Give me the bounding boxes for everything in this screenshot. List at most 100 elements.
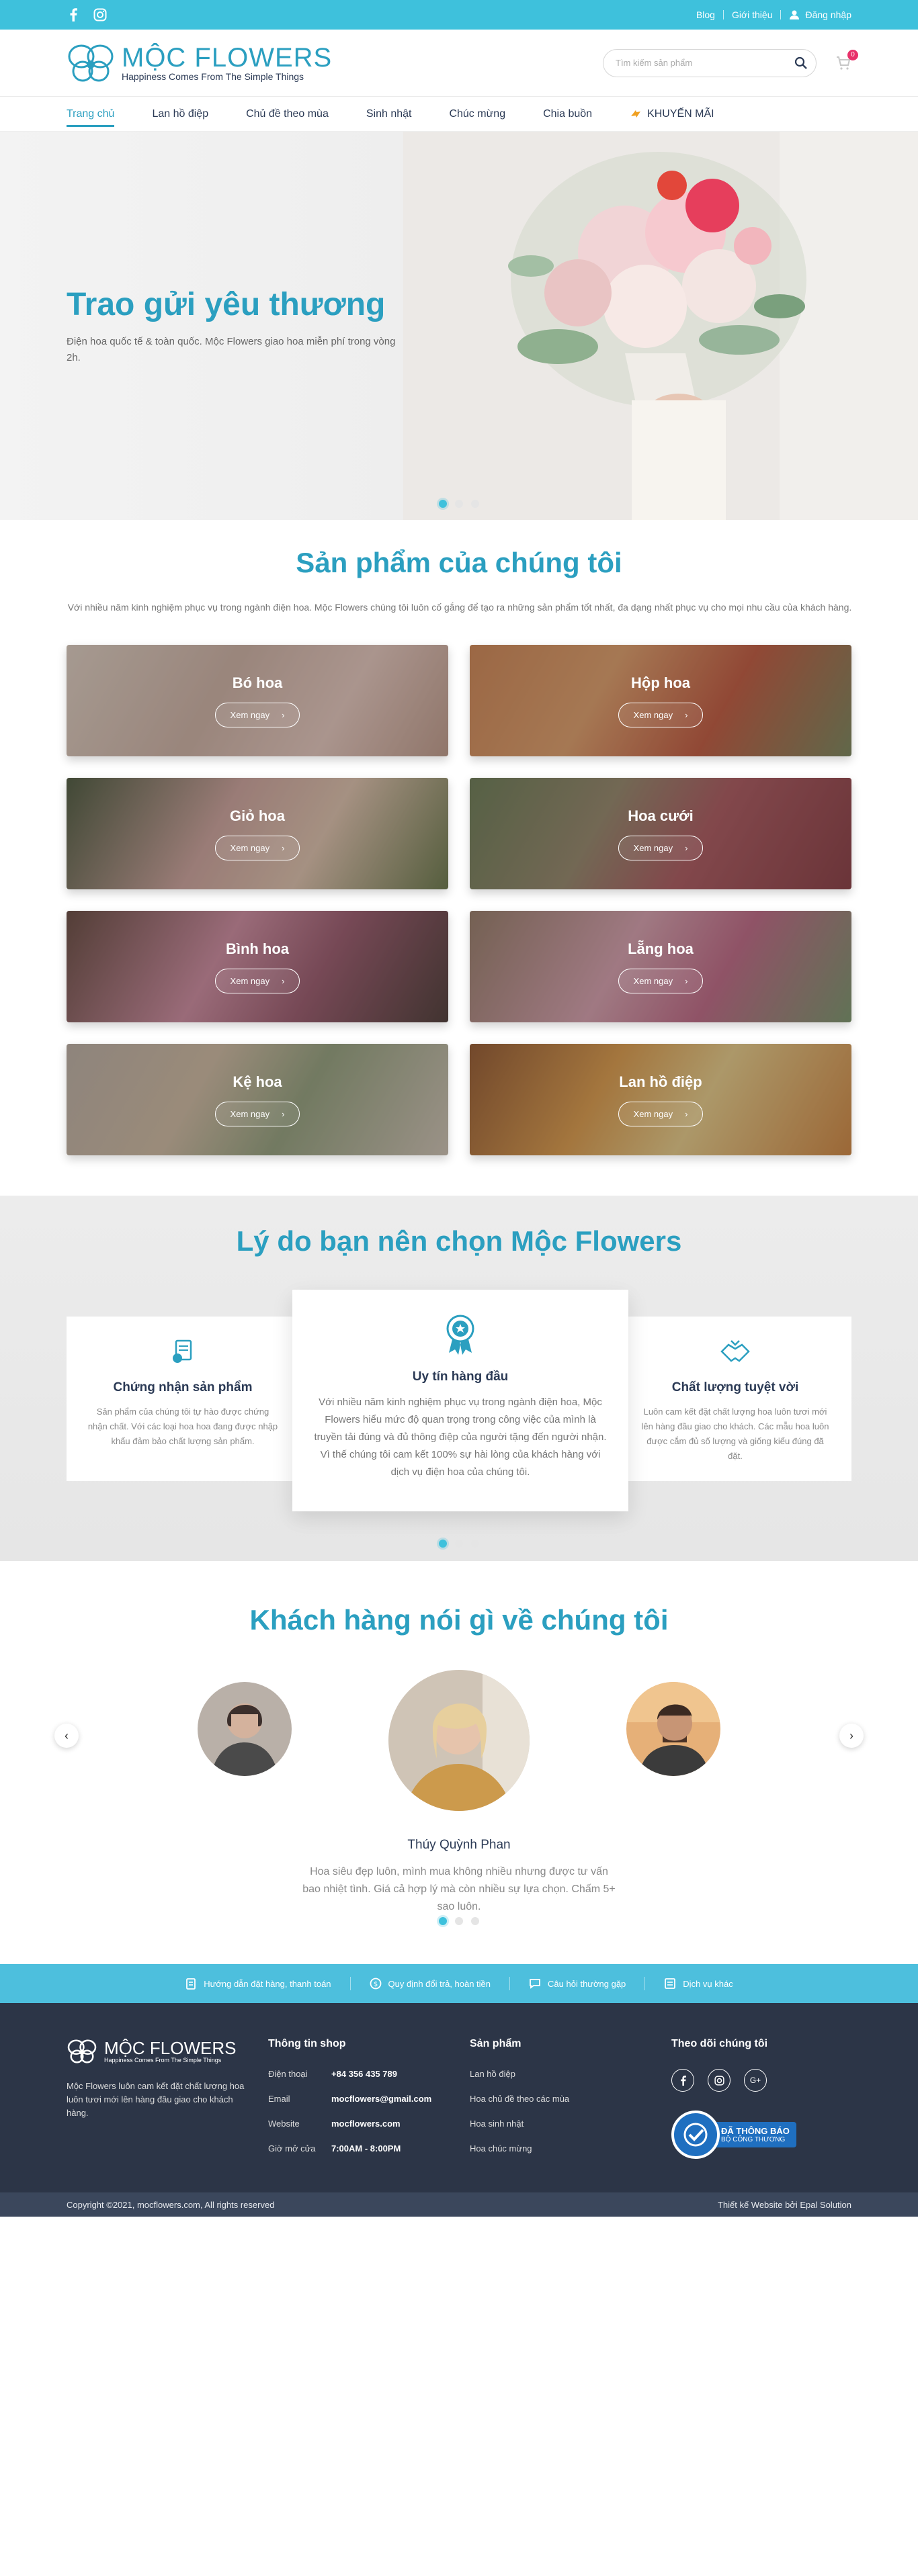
product-card[interactable]: Giỏ hoa Xem ngay ›	[67, 778, 448, 889]
instagram-icon[interactable]	[93, 8, 107, 21]
ministry-registered-badge[interactable]: ĐÃ THÔNG BÁO BỘ CÔNG THƯƠNG	[671, 2111, 796, 2159]
view-now-button[interactable]: Xem ngay ›	[618, 1101, 704, 1126]
footer-logo[interactable]: MỘC FLOWERS Happiness Comes From The Sim…	[67, 2038, 268, 2065]
view-now-label: Xem ngay	[230, 975, 270, 986]
footer-social: G+	[671, 2069, 796, 2092]
why-card-quality: Chất lượng tuyệt vời Luôn cam kết đặt ch…	[619, 1317, 851, 1481]
logo[interactable]: MỘC FLOWERS Happiness Comes From The Sim…	[67, 42, 332, 85]
product-grid: Bó hoa Xem ngay › Hộp hoa Xem ngay › Giỏ h…	[67, 645, 851, 1155]
faq-link[interactable]: Câu hỏi thường gặp	[529, 1978, 626, 1990]
view-now-button[interactable]: Xem ngay ›	[618, 835, 704, 860]
footer-link[interactable]: Hoa sinh nhật	[470, 2119, 671, 2129]
orchid-logo-icon	[67, 2039, 97, 2063]
nav-item-condolence[interactable]: Chia buồn	[543, 99, 592, 130]
view-now-button[interactable]: Xem ngay ›	[214, 1101, 300, 1126]
why-choose-section: Lý do bạn nên chọn Mộc Flowers Chứng nhậ…	[0, 1196, 918, 1561]
carousel-dot[interactable]	[455, 1917, 463, 1925]
product-card-title: Hộp hoa	[631, 674, 690, 691]
products-title: Sản phẩm của chúng tôi	[296, 547, 622, 578]
customer-avatar[interactable]	[388, 1670, 530, 1811]
view-now-button[interactable]: Xem ngay ›	[618, 968, 704, 993]
carousel-dot[interactable]	[439, 1917, 447, 1925]
view-now-label: Xem ngay	[633, 709, 673, 720]
logo-name: MỘC FLOWERS	[122, 42, 333, 73]
product-card[interactable]: Lẵng hoa Xem ngay ›	[470, 911, 851, 1022]
site-footer: MỘC FLOWERS Happiness Comes From The Sim…	[0, 2003, 918, 2192]
carousel-dot[interactable]	[439, 500, 447, 508]
facebook-icon[interactable]	[67, 8, 80, 21]
view-now-button[interactable]: Xem ngay ›	[618, 702, 704, 727]
card-overlay	[470, 778, 851, 889]
nav-item-promotion[interactable]: KHUYẾN MÃI	[630, 99, 714, 130]
order-guide-link[interactable]: Hướng dẫn đặt hàng, thanh toán	[185, 1978, 331, 1990]
product-card[interactable]: Hoa cưới Xem ngay ›	[470, 778, 851, 889]
instagram-icon[interactable]	[708, 2069, 731, 2092]
blog-link[interactable]: Blog	[696, 9, 715, 20]
search-icon[interactable]	[794, 56, 808, 70]
about-link[interactable]: Giới thiệu	[732, 9, 773, 20]
copyright-bar: Copyright ©2021, mocflowers.com, All rig…	[0, 2192, 918, 2217]
view-now-label: Xem ngay	[230, 709, 270, 720]
view-now-button[interactable]: Xem ngay ›	[214, 702, 300, 727]
chevron-right-icon[interactable]: ›	[839, 1724, 864, 1748]
nav-item-birthday[interactable]: Sinh nhật	[366, 99, 412, 130]
footer-about: MỘC FLOWERS Happiness Comes From The Sim…	[67, 2038, 268, 2192]
carousel-dot[interactable]	[439, 1540, 447, 1548]
google-plus-icon[interactable]: G+	[744, 2069, 767, 2092]
product-card[interactable]: Bình hoa Xem ngay ›	[67, 911, 448, 1022]
search-input[interactable]: Tìm kiếm sản phẩm	[603, 48, 817, 77]
carousel-dot[interactable]	[471, 500, 479, 508]
cart-button[interactable]: 0	[835, 49, 858, 71]
cart-count-badge: 0	[847, 49, 858, 60]
customer-avatar[interactable]	[198, 1682, 292, 1776]
view-now-button[interactable]: Xem ngay ›	[214, 835, 300, 860]
view-now-button[interactable]: Xem ngay ›	[214, 968, 300, 993]
badge-label: ĐÃ THÔNG BÁO BỘ CÔNG THƯƠNG	[710, 2122, 796, 2147]
handshake-icon	[720, 1340, 750, 1362]
carousel-dot[interactable]	[455, 1540, 463, 1548]
products-section: Sản phẩm của chúng tôi Với nhiều năm kin…	[0, 520, 918, 1196]
product-card[interactable]: Hộp hoa Xem ngay ›	[470, 645, 851, 756]
other-services-link[interactable]: Dịch vụ khác	[664, 1978, 733, 1990]
hero-title: Trao gửi yêu thương	[67, 287, 386, 322]
header-actions: Tìm kiếm sản phẩm 0	[603, 48, 858, 77]
designer-credit[interactable]: Thiết kế Website bởi Epal Solution	[718, 2200, 851, 2210]
carousel-dot[interactable]	[471, 1540, 479, 1548]
shop-info-row: Website mocflowers.com	[268, 2119, 470, 2129]
nav-item-congratulations[interactable]: Chúc mừng	[449, 99, 505, 130]
email-value[interactable]: mocflowers@gmail.com	[331, 2094, 431, 2104]
footer-link[interactable]: Lan hồ điệp	[470, 2069, 671, 2079]
chevron-right-icon: ›	[685, 709, 688, 720]
website-value[interactable]: mocflowers.com	[331, 2119, 401, 2129]
topbar-links: Blog Giới thiệu Đăng nhập	[696, 9, 851, 20]
product-card[interactable]: Kệ hoa Xem ngay ›	[67, 1044, 448, 1155]
why-card-reputation: Uy tín hàng đầu Với nhiều năm kinh nghiệ…	[292, 1290, 628, 1511]
products-description: Với nhiều năm kinh nghiệm phục vụ trong …	[67, 602, 852, 613]
certificate-icon	[173, 1339, 192, 1363]
footer-link[interactable]: Hoa chúc mừng	[470, 2143, 671, 2153]
svg-text:$: $	[373, 1981, 377, 1988]
why-card-text: Luôn cam kết đặt chất lượng hoa luôn tươ…	[641, 1407, 829, 1461]
nav-item-orchid[interactable]: Lan hồ điệp	[152, 99, 208, 130]
nav-item-seasonal[interactable]: Chủ đề theo mùa	[246, 99, 329, 130]
chevron-left-icon[interactable]: ‹	[54, 1724, 79, 1748]
phone-value[interactable]: +84 356 435 789	[331, 2069, 397, 2079]
carousel-dot[interactable]	[471, 1917, 479, 1925]
nav-item-home[interactable]: Trang chủ	[67, 99, 115, 130]
clipboard-icon	[186, 1978, 196, 1990]
product-card[interactable]: Lan hồ điệp Xem ngay ›	[470, 1044, 851, 1155]
return-policy-link[interactable]: $ Quy định đổi trả, hoàn tiền	[370, 1978, 491, 1990]
card-overlay	[470, 1044, 851, 1155]
customer-avatar[interactable]	[626, 1682, 720, 1776]
facebook-icon[interactable]	[671, 2069, 694, 2092]
footer-link[interactable]: Hoa chủ đề theo các mùa	[470, 2094, 671, 2104]
product-card-title: Lan hồ điệp	[619, 1073, 702, 1090]
shop-info-row: Điện thoại +84 356 435 789	[268, 2069, 470, 2079]
testimonial-carousel: ‹ ›	[0, 1670, 918, 1824]
login-link[interactable]: Đăng nhập	[789, 9, 851, 20]
chevron-right-icon: ›	[685, 1108, 688, 1119]
carousel-dot[interactable]	[455, 500, 463, 508]
product-card[interactable]: Bó hoa Xem ngay ›	[67, 645, 448, 756]
footer-logo-name: MỘC FLOWERS	[104, 2038, 237, 2058]
hero-banner: Trao gửi yêu thương Điện hoa quốc tế & t…	[0, 132, 918, 520]
